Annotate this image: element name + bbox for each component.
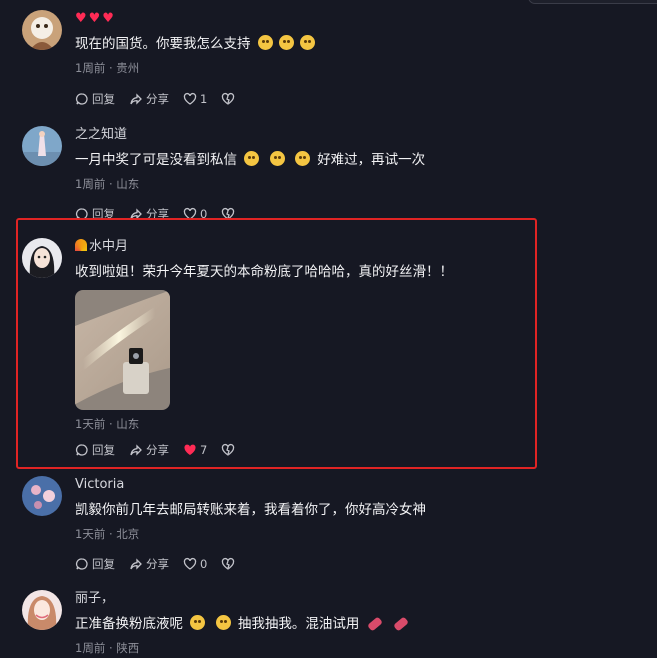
avatar[interactable] <box>22 10 62 50</box>
avatar[interactable] <box>22 590 62 630</box>
highlight-box <box>16 218 537 469</box>
candy-icon <box>366 616 383 632</box>
broken-heart-icon <box>222 557 235 570</box>
reply-button[interactable]: 回复 <box>75 556 115 572</box>
emoji-icon <box>244 151 260 166</box>
hearts-icon: ♥♥♥ <box>75 11 116 26</box>
emoji-icon <box>215 615 231 630</box>
comment-text: 现在的国货。你要我怎么支持 <box>75 34 635 54</box>
comment-meta: 1周前 · 陕西 <box>75 641 140 655</box>
share-button[interactable]: 分享 <box>129 556 169 572</box>
share-icon <box>130 558 142 570</box>
reply-icon <box>75 93 88 105</box>
heart-icon <box>183 557 197 570</box>
emoji-icon <box>299 35 315 50</box>
reply-icon <box>75 558 88 570</box>
comment-actions: 回复 分享 1 <box>75 90 252 108</box>
dislike-button[interactable] <box>221 557 238 571</box>
comment-text: 一月中奖了可是没看到私信 好难过，再试一次 <box>75 151 426 168</box>
comment-author[interactable]: 之之知道 <box>75 126 635 144</box>
candy-icon <box>393 616 409 632</box>
like-button[interactable]: 0 <box>183 557 207 571</box>
comment-actions: 回复 分享 0 <box>75 555 252 573</box>
dislike-button[interactable] <box>221 92 238 106</box>
comment-author[interactable]: ♥♥♥ <box>75 10 635 28</box>
emoji-icon <box>190 615 206 630</box>
heart-icon <box>183 92 197 105</box>
emoji-icon <box>294 151 310 166</box>
top-panel-edge <box>528 0 657 4</box>
share-button[interactable]: 分享 <box>129 91 169 107</box>
emoji-icon <box>269 151 285 166</box>
like-button[interactable]: 1 <box>183 92 207 106</box>
comment-meta: 1周前 · 贵州 <box>75 61 140 75</box>
comment-text: 凯毅你前几年去邮局转账来着，我看着你了，你好高冷女神 <box>75 502 426 518</box>
share-icon <box>130 93 142 105</box>
broken-heart-icon <box>222 92 235 105</box>
comment-text: 正准备换粉底液呢 抽我抽我。混油试用 <box>75 614 635 634</box>
comment-meta: 1周前 · 山东 <box>75 177 140 191</box>
emoji-icon <box>278 35 294 50</box>
comment-author[interactable]: 丽子， <box>75 590 635 608</box>
comment-meta: 1天前 · 北京 <box>75 527 140 541</box>
avatar[interactable] <box>22 126 62 166</box>
avatar[interactable] <box>22 476 62 516</box>
emoji-icon <box>257 35 273 50</box>
reply-button[interactable]: 回复 <box>75 91 115 107</box>
comment-author[interactable]: Victoria <box>75 476 635 494</box>
